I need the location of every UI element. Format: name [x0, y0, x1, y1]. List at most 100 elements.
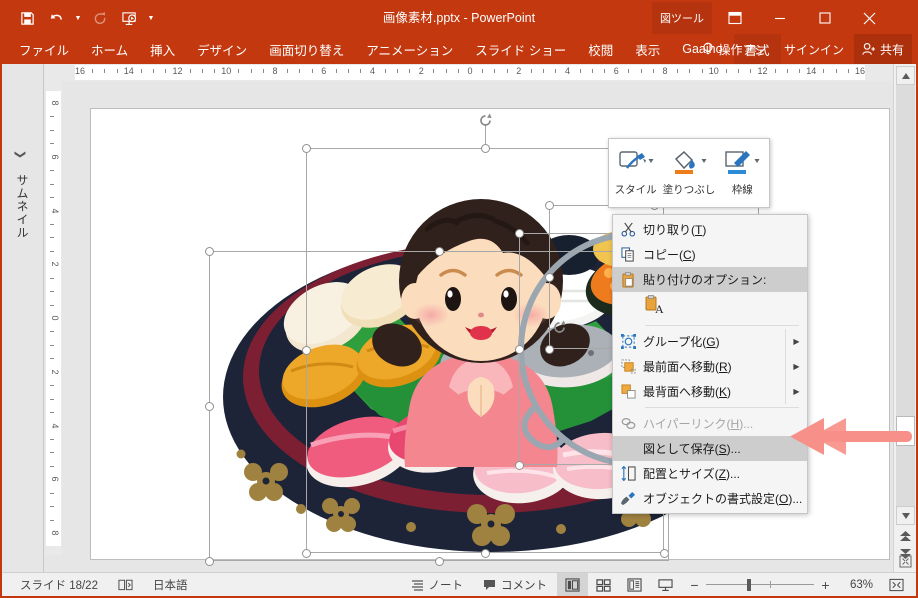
context-menu-item-5[interactable]: グループ化(G)▶ [613, 329, 807, 354]
close-icon[interactable] [847, 2, 892, 34]
context-menu-item-6[interactable]: 最前面へ移動(R)▶ [613, 354, 807, 379]
maximize-icon[interactable] [802, 2, 847, 34]
fit-slide-icon[interactable] [881, 573, 912, 597]
selection-handle-sw-platter[interactable] [205, 557, 214, 566]
slide-indicator[interactable]: スライド 18/22 [10, 573, 108, 597]
scissors-icon [613, 217, 643, 242]
zoom-slider-knob[interactable] [747, 579, 751, 591]
ribbon-tab-6[interactable]: スライド ショー [464, 34, 577, 64]
undo-dropdown-icon[interactable]: ▼ [72, 5, 84, 31]
ribbon-tab-7[interactable]: 校閲 [577, 34, 624, 64]
context-menu-item-0[interactable]: 切り取り(T) [613, 217, 807, 242]
ribbon-tab-5[interactable]: アニメーション [355, 34, 464, 64]
ribbon-tab-0[interactable]: ファイル [8, 34, 80, 64]
vertical-scrollbar[interactable] [893, 64, 916, 572]
ruler-minor-tick [531, 69, 532, 73]
ruler-minor-tick [787, 69, 788, 73]
mini-toolbar-item-1[interactable]: 塗りつぶし [664, 150, 714, 197]
context-menu-item-2[interactable]: 貼り付けのオプション: [613, 267, 807, 292]
slideshow-icon[interactable] [116, 5, 142, 31]
selection-handle-nw-roe[interactable] [545, 201, 554, 210]
ruler-minor-tick [299, 69, 300, 73]
tell-me-button[interactable]: 操作アシ [694, 34, 774, 64]
ribbon-tab-4[interactable]: 画面切り替え [258, 34, 355, 64]
zoom-level-label[interactable]: 63% [837, 579, 873, 591]
selection-handle-sw-circle[interactable] [515, 461, 524, 470]
context-menu-item-1[interactable]: コピー(C) [613, 242, 807, 267]
scroll-down-button[interactable] [896, 506, 915, 525]
ruler-minor-tick [689, 69, 690, 73]
ruler-minor-tick [409, 69, 410, 73]
accessibility-check-icon[interactable] [108, 573, 143, 597]
scroll-up-button[interactable] [896, 66, 915, 85]
ruler-tick-label: 8 [662, 64, 667, 79]
customize-qat-chevron-down-icon[interactable]: ▼ [145, 5, 157, 31]
normal-view-icon[interactable] [557, 573, 588, 597]
reading-view-icon[interactable] [619, 573, 650, 597]
thumbnail-expand-chevron-icon[interactable]: ❯ [14, 150, 27, 159]
ribbon-display-options-icon[interactable] [712, 2, 757, 34]
context-menu[interactable]: 切り取り(T) コピー(C) 貼り付けのオプション:A グループ化(G)▶最前面へ移動… [612, 214, 808, 514]
vruler-minor-tick [50, 520, 54, 521]
rotation-handle-girl[interactable] [477, 112, 494, 129]
selection-handle-n-girl[interactable] [481, 144, 490, 153]
selection-handle-s-platter[interactable] [435, 557, 444, 566]
selection-handle-nw-circle[interactable] [515, 229, 524, 238]
zoom-slider-rail [706, 584, 814, 585]
save-icon[interactable] [14, 5, 40, 31]
zoom-control[interactable]: − + 63% [681, 577, 881, 593]
ribbon-tab-2[interactable]: 挿入 [139, 34, 186, 64]
minimize-icon[interactable] [757, 2, 802, 34]
rotation-handle-circle[interactable] [551, 319, 568, 336]
ruler-minor-tick [848, 69, 849, 73]
fit-window-icon[interactable] [896, 553, 915, 570]
zoom-slider[interactable] [706, 578, 814, 592]
share-button[interactable]: 共有 [854, 34, 912, 64]
ruler-minor-tick [360, 69, 361, 73]
ruler-minor-tick [104, 69, 105, 73]
selection-handle-w-platter[interactable] [205, 402, 214, 411]
selection-handle-nw-girl[interactable] [302, 144, 311, 153]
context-menu-item-10[interactable]: 図として保存(S)... [613, 436, 807, 461]
scrollbar-track-upper[interactable] [896, 85, 915, 416]
ribbon-tab-1[interactable]: ホーム [80, 34, 139, 64]
ribbon-tab-3[interactable]: デザイン [186, 34, 258, 64]
paste-option-keep-text-button[interactable]: A [613, 292, 807, 322]
undo-icon[interactable] [43, 5, 69, 31]
zoom-in-button[interactable]: + [820, 577, 831, 593]
selection-handle-w-circle[interactable] [515, 345, 524, 354]
mini-toolbar-item-0[interactable]: スタイル [611, 150, 661, 197]
mini-toolbar[interactable]: スタイル塗りつぶし 枠線 [608, 138, 770, 208]
comments-label: コメント [501, 577, 547, 593]
zoom-slider-midpoint [770, 581, 771, 588]
ruler-tick-label: 0 [467, 64, 472, 79]
context-menu-item-label: コピー(C) [643, 246, 785, 263]
ruler-minor-tick [702, 69, 703, 73]
ribbon-tab-8[interactable]: 表示 [624, 34, 671, 64]
ruler-minor-tick [336, 69, 337, 73]
zoom-out-button[interactable]: − [689, 577, 700, 593]
ruler-minor-tick [628, 69, 629, 73]
mini-toolbar-label: 枠線 [732, 182, 753, 197]
notes-button[interactable]: ノート [401, 573, 474, 597]
language-indicator[interactable]: 日本語 [143, 573, 198, 597]
previous-slide-icon[interactable] [896, 528, 915, 545]
mini-toolbar-label: 塗りつぶし [663, 182, 716, 197]
horizontal-ruler[interactable]: 1614121086420246810121416 [45, 64, 893, 81]
context-menu-item-12[interactable]: オブジェクトの書式設定(O)... [613, 486, 807, 511]
comments-button[interactable]: コメント [473, 573, 557, 597]
sign-in-button[interactable]: サインイン [776, 34, 852, 64]
context-menu-item-7[interactable]: 最背面へ移動(K)▶ [613, 379, 807, 404]
slideshow-view-icon[interactable] [650, 573, 681, 597]
thumbnail-pane[interactable]: ❯ サムネイル [2, 64, 44, 572]
selection-handle-nw-platter[interactable] [205, 247, 214, 256]
selection-handle-n-platter[interactable] [435, 247, 444, 256]
redo-icon[interactable] [87, 5, 113, 31]
mini-toolbar-item-2[interactable]: 枠線 [717, 150, 767, 197]
chevron-down-icon [700, 150, 708, 176]
comment-icon [483, 579, 496, 591]
slide-sorter-icon[interactable] [588, 573, 619, 597]
vertical-ruler[interactable]: 864202468 [45, 81, 62, 555]
vruler-minor-tick [50, 412, 54, 413]
context-menu-item-11[interactable]: 配置とサイズ(Z)... [613, 461, 807, 486]
